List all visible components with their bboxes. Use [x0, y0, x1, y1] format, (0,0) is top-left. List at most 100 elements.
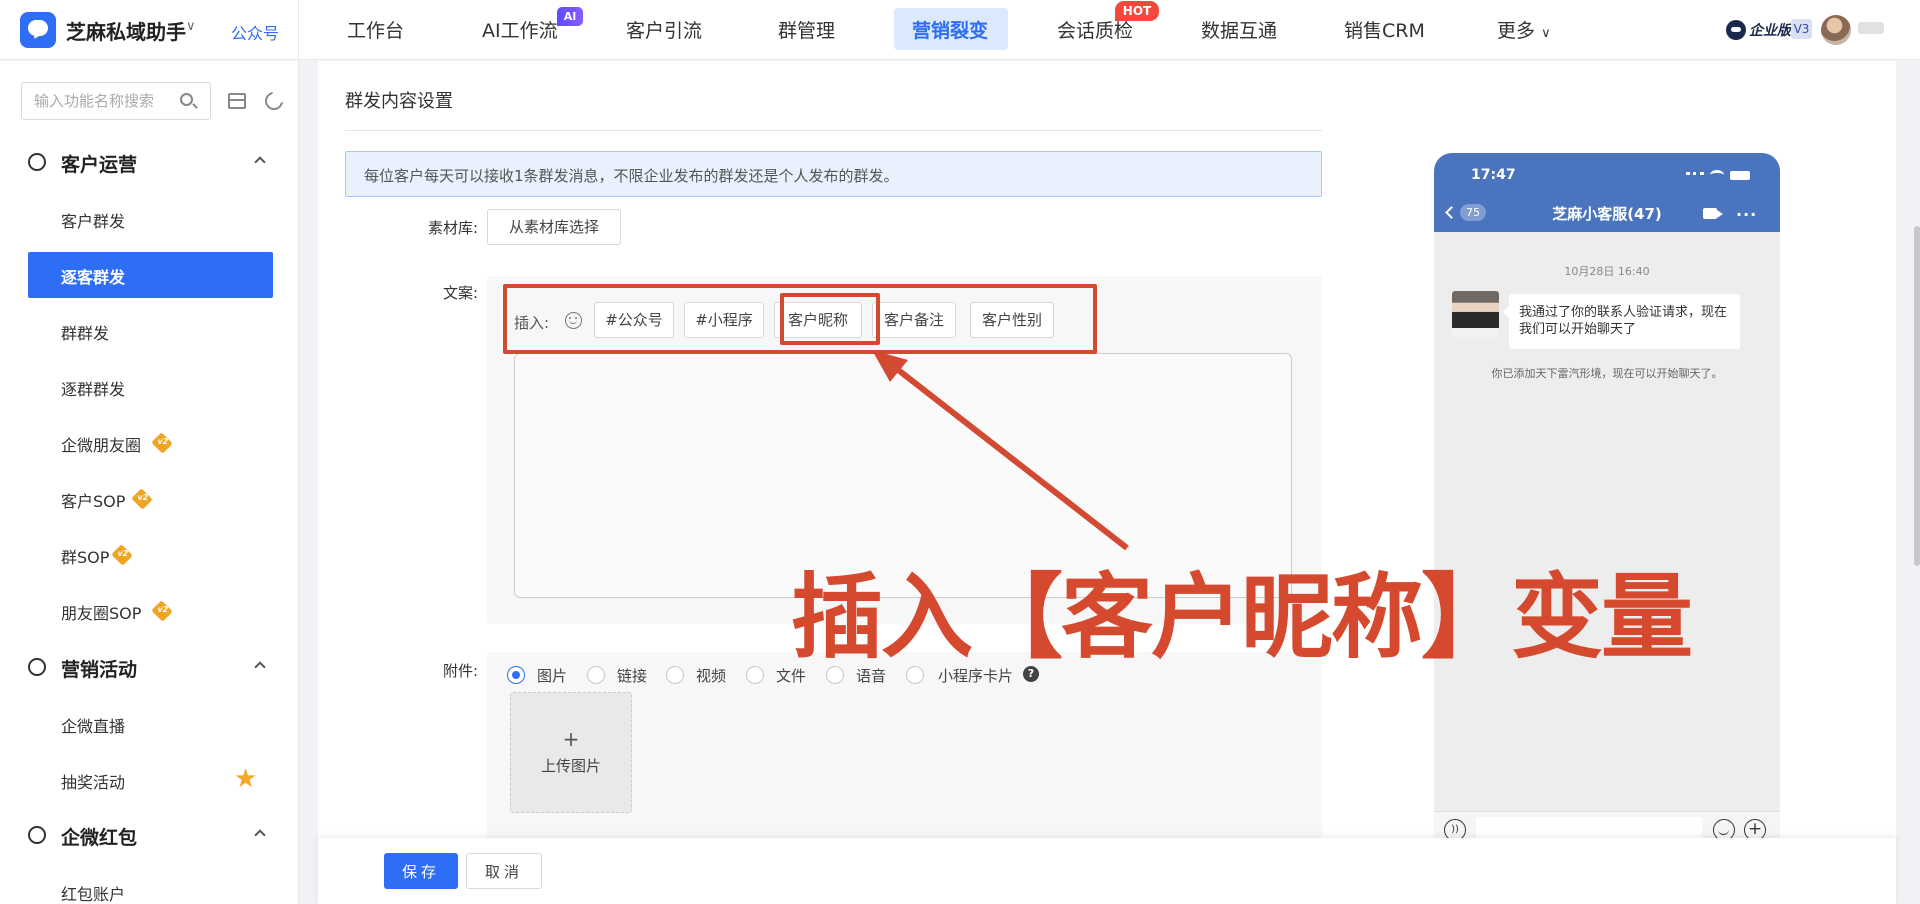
layout-icon[interactable] — [228, 93, 246, 109]
sidebar-item-label: 逐群群发 — [61, 380, 126, 399]
v2-badge-icon: v2 — [111, 544, 133, 566]
more-icon: ··· — [1736, 205, 1758, 224]
material-library-button[interactable]: 从素材库选择 — [487, 209, 621, 245]
v2-badge-text: v2 — [117, 549, 129, 559]
attach-file-radio[interactable] — [746, 666, 764, 684]
sidebar-item-customer-broadcast[interactable]: 客户群发 — [28, 196, 273, 242]
save-button[interactable]: 保存 — [384, 853, 458, 889]
search-icon[interactable] — [180, 93, 193, 106]
sidebar-item-per-customer-broadcast[interactable]: 逐客群发 — [28, 252, 273, 298]
attach-image-label[interactable]: 图片 — [537, 665, 567, 686]
notice-banner: 每位客户每天可以接收1条群发消息，不限企业发布的群发还是个人发布的群发。 — [345, 151, 1322, 197]
marketing-activities-icon — [28, 658, 46, 676]
upload-image-box[interactable]: + 上传图片 — [510, 692, 632, 813]
sidebar-item-label: 客户SOP — [61, 492, 126, 511]
hot-badge: HOT — [1115, 1, 1159, 21]
user-name-blurred[interactable] — [1858, 22, 1884, 34]
sidebar-item-lottery[interactable]: 抽奖活动 ★ — [28, 757, 273, 803]
group-customer-ops[interactable]: 客户运营 — [0, 142, 298, 182]
nav-sales-crm[interactable]: 销售CRM — [1344, 16, 1425, 43]
page-scrollbar[interactable] — [1914, 226, 1920, 566]
system-message: 你已添加天下雷汽形境，现在可以开始聊天了。 — [1491, 367, 1723, 380]
material-label: 素材库: — [427, 219, 478, 237]
chevron-up-icon — [254, 156, 266, 168]
sidebar-item-group-sop[interactable]: 群SOP v2 — [28, 532, 273, 578]
sidebar-item-per-group-broadcast[interactable]: 逐群群发 — [28, 364, 273, 410]
section-title: 群发内容设置 — [345, 91, 453, 112]
plus-icon: + — [562, 727, 580, 751]
phone-preview: 17:47 75 芝麻小客服(47) ··· 10月28日 16:40 我通过了… — [1434, 153, 1780, 843]
search-input[interactable] — [34, 91, 184, 111]
divider — [345, 130, 1322, 131]
top-bar: 芝麻私域助手 ∨ 公众号 工作台 AI工作流 AI 客户引流 群管理 营销裂变 … — [0, 0, 1920, 60]
chat-date: 10月28日 16:40 — [1564, 265, 1650, 278]
sidebar-item-moments-sop[interactable]: 朋友圈SOP v2 — [28, 588, 273, 634]
sidebar-item-group-broadcast[interactable]: 群群发 — [28, 308, 273, 354]
sidebar-item-customer-sop[interactable]: 客户SOP v2 — [28, 476, 273, 522]
nav-more[interactable]: 更多 ∨ — [1497, 16, 1551, 43]
contact-avatar — [1452, 291, 1499, 337]
sidebar-item-label: 逐客群发 — [61, 268, 126, 287]
attach-video-radio[interactable] — [666, 666, 684, 684]
notice-text: 每位客户每天可以接收1条群发消息，不限企业发布的群发还是个人发布的群发。 — [364, 167, 899, 185]
sidebar-item-label: 企微直播 — [61, 717, 126, 736]
attach-image-radio[interactable] — [507, 666, 525, 684]
app-name[interactable]: 芝麻私域助手 — [66, 16, 186, 45]
chevron-up-icon — [254, 661, 266, 673]
sidebar-item-label: 抽奖活动 — [61, 773, 126, 792]
wifi-icon — [1710, 170, 1724, 180]
chat-bubble: 我通过了你的联系人验证请求，现在我们可以开始聊天了 — [1503, 294, 1740, 349]
attach-link-radio[interactable] — [587, 666, 605, 684]
sidebar-item-red-packet-account[interactable]: 红包账户 — [28, 869, 273, 904]
customer-ops-icon — [28, 153, 46, 171]
app-switch-chevron-icon[interactable]: ∨ — [186, 19, 196, 34]
sidebar-item-label: 客户群发 — [61, 212, 126, 231]
account-type-link[interactable]: 公众号 — [231, 20, 279, 44]
star-icon: ★ — [234, 764, 258, 794]
nav-customer-acquisition[interactable]: 客户引流 — [626, 16, 702, 43]
footer-bar: 保存 取消 — [318, 838, 1896, 904]
nav-marketing-fission[interactable]: 营销裂变 — [912, 16, 988, 43]
attach-video-label[interactable]: 视频 — [696, 665, 726, 686]
sidebar-item-wecom-moments[interactable]: 企微朋友圈 v2 — [28, 420, 273, 466]
upload-label: 上传图片 — [540, 757, 601, 775]
highlight-nickname-button — [780, 293, 880, 345]
v2-badge-icon: v2 — [151, 432, 173, 454]
user-avatar[interactable] — [1821, 15, 1851, 45]
nav-data-sync[interactable]: 数据互通 — [1201, 16, 1277, 43]
annotation-text: 插入【客户昵称】变量 — [791, 564, 1693, 671]
sidebar: 客户运营 客户群发 逐客群发 群群发 逐群群发 企微朋友圈v2 客户SOPv2 … — [0, 61, 299, 904]
video-call-icon — [1703, 208, 1717, 219]
nav-group-management[interactable]: 群管理 — [778, 16, 835, 43]
battery-icon — [1730, 171, 1750, 180]
status-icons — [1686, 168, 1766, 182]
dark-mode-icon[interactable] — [265, 89, 286, 110]
sidebar-item-label: 群群发 — [61, 324, 110, 343]
group-wecom-red-packet[interactable]: 企微红包 — [0, 815, 298, 855]
chevron-up-icon — [254, 829, 266, 841]
v2-badge-text: v2 — [157, 437, 169, 447]
sidebar-item-wecom-live[interactable]: 企微直播 — [28, 701, 273, 747]
nav-workbench[interactable]: 工作台 — [347, 16, 404, 43]
v2-badge-icon: v2 — [151, 600, 173, 622]
enterprise-icon — [1726, 20, 1746, 40]
nav-ai-workflow[interactable]: AI工作流 — [482, 16, 558, 43]
v2-badge-text: v2 — [137, 493, 149, 503]
group-title: 客户运营 — [61, 154, 138, 176]
attach-link-label[interactable]: 链接 — [617, 665, 647, 686]
attachment-panel: 图片 链接 视频 文件 语音 小程序卡片 ? + 上传图片 — [487, 652, 1322, 842]
sidebar-item-label: 朋友圈SOP — [61, 604, 142, 623]
chevron-down-icon: ∨ — [1541, 26, 1551, 41]
version-badge: V3 — [1791, 19, 1812, 39]
phone-header: 17:47 75 芝麻小客服(47) ··· — [1434, 153, 1780, 232]
sidebar-item-label: 群SOP — [61, 548, 110, 567]
group-marketing-activities[interactable]: 营销活动 — [0, 647, 298, 687]
sidebar-search[interactable] — [21, 82, 211, 120]
phone-time: 17:47 — [1471, 167, 1516, 183]
edition-label: 企业版 — [1749, 23, 1791, 39]
v2-badge-text: v2 — [157, 605, 169, 615]
signal-icon — [1686, 172, 1704, 180]
brand-area: 芝麻私域助手 ∨ 公众号 — [0, 0, 299, 60]
cancel-button[interactable]: 取消 — [466, 853, 542, 889]
attachment-label: 附件: — [442, 662, 478, 680]
